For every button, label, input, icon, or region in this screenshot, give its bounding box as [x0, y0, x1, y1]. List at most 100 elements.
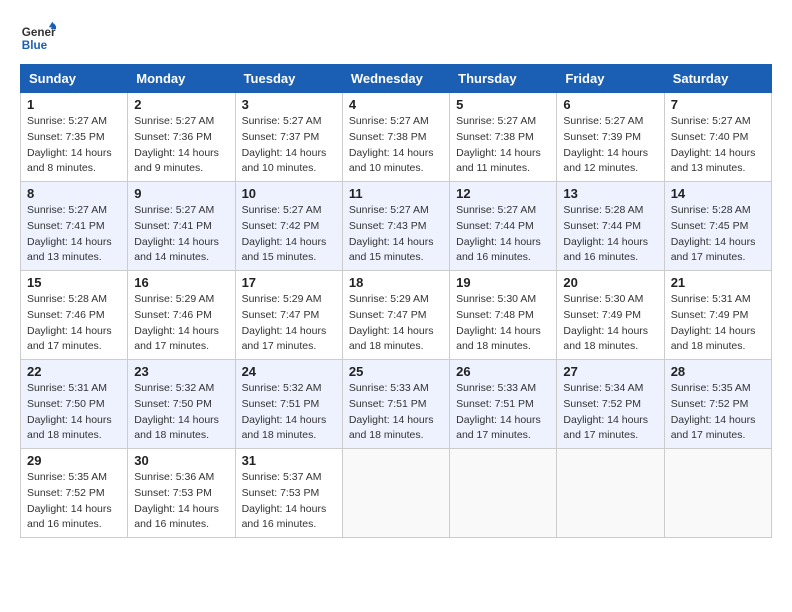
day-info: Sunrise: 5:35 AMSunset: 7:52 PMDaylight:… — [671, 382, 756, 441]
calendar-body: 1 Sunrise: 5:27 AMSunset: 7:35 PMDayligh… — [21, 93, 772, 538]
day-info: Sunrise: 5:27 AMSunset: 7:36 PMDaylight:… — [134, 115, 219, 174]
calendar-cell: 22 Sunrise: 5:31 AMSunset: 7:50 PMDaylig… — [21, 360, 128, 449]
calendar-cell: 7 Sunrise: 5:27 AMSunset: 7:40 PMDayligh… — [664, 93, 771, 182]
calendar-cell: 10 Sunrise: 5:27 AMSunset: 7:42 PMDaylig… — [235, 182, 342, 271]
day-number: 19 — [456, 275, 550, 290]
day-info: Sunrise: 5:37 AMSunset: 7:53 PMDaylight:… — [242, 471, 327, 530]
calendar-cell: 31 Sunrise: 5:37 AMSunset: 7:53 PMDaylig… — [235, 449, 342, 538]
day-info: Sunrise: 5:29 AMSunset: 7:46 PMDaylight:… — [134, 293, 219, 352]
day-info: Sunrise: 5:33 AMSunset: 7:51 PMDaylight:… — [349, 382, 434, 441]
calendar-cell: 27 Sunrise: 5:34 AMSunset: 7:52 PMDaylig… — [557, 360, 664, 449]
svg-text:Blue: Blue — [22, 39, 48, 52]
day-number: 26 — [456, 364, 550, 379]
calendar-cell — [450, 449, 557, 538]
calendar-week-row: 22 Sunrise: 5:31 AMSunset: 7:50 PMDaylig… — [21, 360, 772, 449]
day-info: Sunrise: 5:30 AMSunset: 7:48 PMDaylight:… — [456, 293, 541, 352]
dow-header: Friday — [557, 65, 664, 93]
day-info: Sunrise: 5:27 AMSunset: 7:40 PMDaylight:… — [671, 115, 756, 174]
calendar-cell: 5 Sunrise: 5:27 AMSunset: 7:38 PMDayligh… — [450, 93, 557, 182]
dow-header: Thursday — [450, 65, 557, 93]
dow-header: Saturday — [664, 65, 771, 93]
day-info: Sunrise: 5:27 AMSunset: 7:38 PMDaylight:… — [456, 115, 541, 174]
day-info: Sunrise: 5:27 AMSunset: 7:41 PMDaylight:… — [27, 204, 112, 263]
calendar-table: SundayMondayTuesdayWednesdayThursdayFrid… — [20, 64, 772, 538]
calendar-week-row: 29 Sunrise: 5:35 AMSunset: 7:52 PMDaylig… — [21, 449, 772, 538]
day-number: 9 — [134, 186, 228, 201]
calendar-cell: 1 Sunrise: 5:27 AMSunset: 7:35 PMDayligh… — [21, 93, 128, 182]
calendar-cell: 6 Sunrise: 5:27 AMSunset: 7:39 PMDayligh… — [557, 93, 664, 182]
day-info: Sunrise: 5:29 AMSunset: 7:47 PMDaylight:… — [349, 293, 434, 352]
calendar-cell: 28 Sunrise: 5:35 AMSunset: 7:52 PMDaylig… — [664, 360, 771, 449]
calendar-cell: 23 Sunrise: 5:32 AMSunset: 7:50 PMDaylig… — [128, 360, 235, 449]
day-number: 23 — [134, 364, 228, 379]
calendar-cell: 24 Sunrise: 5:32 AMSunset: 7:51 PMDaylig… — [235, 360, 342, 449]
day-info: Sunrise: 5:27 AMSunset: 7:35 PMDaylight:… — [27, 115, 112, 174]
day-number: 1 — [27, 97, 121, 112]
calendar-cell: 9 Sunrise: 5:27 AMSunset: 7:41 PMDayligh… — [128, 182, 235, 271]
day-number: 25 — [349, 364, 443, 379]
dow-header: Monday — [128, 65, 235, 93]
calendar-cell: 12 Sunrise: 5:27 AMSunset: 7:44 PMDaylig… — [450, 182, 557, 271]
day-info: Sunrise: 5:29 AMSunset: 7:47 PMDaylight:… — [242, 293, 327, 352]
day-info: Sunrise: 5:33 AMSunset: 7:51 PMDaylight:… — [456, 382, 541, 441]
day-info: Sunrise: 5:32 AMSunset: 7:51 PMDaylight:… — [242, 382, 327, 441]
day-number: 10 — [242, 186, 336, 201]
dow-header: Wednesday — [342, 65, 449, 93]
day-number: 16 — [134, 275, 228, 290]
calendar-week-row: 15 Sunrise: 5:28 AMSunset: 7:46 PMDaylig… — [21, 271, 772, 360]
calendar-cell — [342, 449, 449, 538]
day-info: Sunrise: 5:31 AMSunset: 7:49 PMDaylight:… — [671, 293, 756, 352]
day-info: Sunrise: 5:27 AMSunset: 7:44 PMDaylight:… — [456, 204, 541, 263]
calendar-cell: 4 Sunrise: 5:27 AMSunset: 7:38 PMDayligh… — [342, 93, 449, 182]
day-number: 11 — [349, 186, 443, 201]
day-number: 31 — [242, 453, 336, 468]
day-info: Sunrise: 5:35 AMSunset: 7:52 PMDaylight:… — [27, 471, 112, 530]
dow-header: Tuesday — [235, 65, 342, 93]
day-info: Sunrise: 5:32 AMSunset: 7:50 PMDaylight:… — [134, 382, 219, 441]
svg-text:General: General — [22, 26, 56, 39]
calendar-cell: 18 Sunrise: 5:29 AMSunset: 7:47 PMDaylig… — [342, 271, 449, 360]
calendar-cell: 2 Sunrise: 5:27 AMSunset: 7:36 PMDayligh… — [128, 93, 235, 182]
calendar-cell: 11 Sunrise: 5:27 AMSunset: 7:43 PMDaylig… — [342, 182, 449, 271]
day-number: 30 — [134, 453, 228, 468]
calendar-cell: 19 Sunrise: 5:30 AMSunset: 7:48 PMDaylig… — [450, 271, 557, 360]
calendar-cell: 20 Sunrise: 5:30 AMSunset: 7:49 PMDaylig… — [557, 271, 664, 360]
day-info: Sunrise: 5:27 AMSunset: 7:39 PMDaylight:… — [563, 115, 648, 174]
calendar-cell: 3 Sunrise: 5:27 AMSunset: 7:37 PMDayligh… — [235, 93, 342, 182]
day-number: 12 — [456, 186, 550, 201]
calendar-cell: 17 Sunrise: 5:29 AMSunset: 7:47 PMDaylig… — [235, 271, 342, 360]
day-number: 28 — [671, 364, 765, 379]
calendar-cell: 8 Sunrise: 5:27 AMSunset: 7:41 PMDayligh… — [21, 182, 128, 271]
day-info: Sunrise: 5:34 AMSunset: 7:52 PMDaylight:… — [563, 382, 648, 441]
day-number: 4 — [349, 97, 443, 112]
logo: General Blue — [20, 20, 56, 56]
calendar-week-row: 1 Sunrise: 5:27 AMSunset: 7:35 PMDayligh… — [21, 93, 772, 182]
calendar-cell: 15 Sunrise: 5:28 AMSunset: 7:46 PMDaylig… — [21, 271, 128, 360]
day-info: Sunrise: 5:28 AMSunset: 7:45 PMDaylight:… — [671, 204, 756, 263]
calendar-cell: 25 Sunrise: 5:33 AMSunset: 7:51 PMDaylig… — [342, 360, 449, 449]
calendar-cell: 30 Sunrise: 5:36 AMSunset: 7:53 PMDaylig… — [128, 449, 235, 538]
calendar-cell: 26 Sunrise: 5:33 AMSunset: 7:51 PMDaylig… — [450, 360, 557, 449]
day-number: 27 — [563, 364, 657, 379]
calendar-cell: 16 Sunrise: 5:29 AMSunset: 7:46 PMDaylig… — [128, 271, 235, 360]
day-number: 2 — [134, 97, 228, 112]
day-number: 15 — [27, 275, 121, 290]
day-info: Sunrise: 5:27 AMSunset: 7:41 PMDaylight:… — [134, 204, 219, 263]
day-number: 20 — [563, 275, 657, 290]
day-info: Sunrise: 5:27 AMSunset: 7:43 PMDaylight:… — [349, 204, 434, 263]
day-info: Sunrise: 5:36 AMSunset: 7:53 PMDaylight:… — [134, 471, 219, 530]
day-number: 29 — [27, 453, 121, 468]
day-number: 5 — [456, 97, 550, 112]
calendar-cell: 13 Sunrise: 5:28 AMSunset: 7:44 PMDaylig… — [557, 182, 664, 271]
day-number: 6 — [563, 97, 657, 112]
day-info: Sunrise: 5:28 AMSunset: 7:46 PMDaylight:… — [27, 293, 112, 352]
day-number: 21 — [671, 275, 765, 290]
day-number: 24 — [242, 364, 336, 379]
calendar-week-row: 8 Sunrise: 5:27 AMSunset: 7:41 PMDayligh… — [21, 182, 772, 271]
calendar-cell — [557, 449, 664, 538]
day-number: 18 — [349, 275, 443, 290]
day-of-week-row: SundayMondayTuesdayWednesdayThursdayFrid… — [21, 65, 772, 93]
calendar-cell — [664, 449, 771, 538]
day-info: Sunrise: 5:27 AMSunset: 7:42 PMDaylight:… — [242, 204, 327, 263]
page-header: General Blue — [20, 20, 772, 56]
